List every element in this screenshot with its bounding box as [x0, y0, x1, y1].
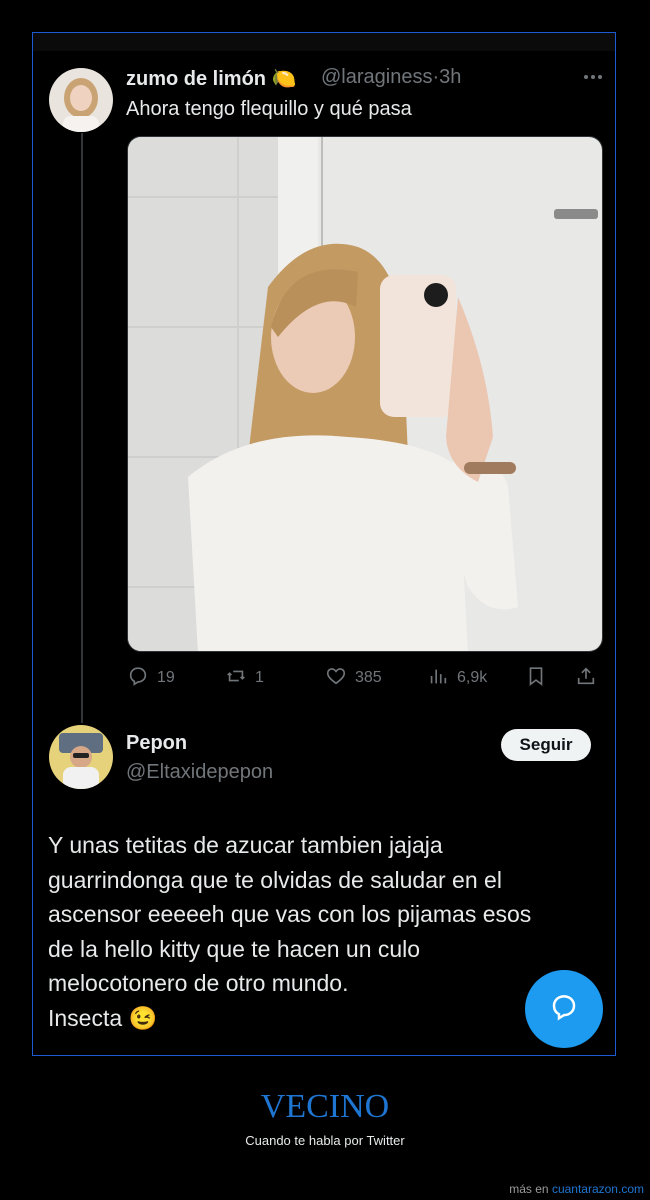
- bookmark-action[interactable]: [525, 663, 555, 693]
- share-action[interactable]: [575, 663, 605, 693]
- reply-author-handle[interactable]: @Eltaxidepepon: [126, 761, 273, 784]
- bookmark-icon: [525, 665, 555, 692]
- footer-link[interactable]: cuantarazon.com: [552, 1182, 644, 1196]
- views-icon: [427, 665, 457, 692]
- more-horizontal-icon[interactable]: [581, 69, 605, 85]
- footer-prefix: más en: [509, 1182, 549, 1196]
- compose-reply-button[interactable]: [525, 970, 603, 1048]
- caption-title: VECINO: [260, 1088, 390, 1125]
- retweet-action[interactable]: 1: [225, 663, 264, 693]
- reply-icon: [127, 665, 157, 692]
- caption-subtitle: Cuando te habla por Twitter: [245, 1133, 405, 1148]
- follow-button[interactable]: Seguir: [501, 729, 591, 761]
- reply-action[interactable]: 19: [127, 663, 175, 693]
- like-action[interactable]: 385: [325, 663, 382, 693]
- reply-author-avatar[interactable]: [49, 725, 113, 789]
- heart-icon: [325, 665, 355, 692]
- tweet-actions: 19 1 385 6,9k: [127, 663, 603, 693]
- author-name[interactable]: zumo de limón 🍋: [126, 66, 296, 91]
- compose-reply-icon: [549, 992, 579, 1027]
- tweet-frame: zumo de limón 🍋 @laraginess·3h Ahora ten…: [32, 32, 616, 1056]
- reply-author-name[interactable]: Pepon: [126, 732, 187, 755]
- tweet-photo[interactable]: [127, 136, 603, 652]
- lemon-emoji: 🍋: [271, 68, 297, 90]
- author-avatar[interactable]: [49, 68, 113, 132]
- views-action[interactable]: 6,9k: [427, 663, 487, 693]
- reply-text: Y unas tetitas de azucar tambien jajaja …: [48, 832, 532, 1031]
- retweet-icon: [225, 665, 255, 692]
- author-handle-time[interactable]: @laraginess·3h: [321, 66, 461, 89]
- thread-line: [81, 133, 83, 723]
- share-icon: [575, 665, 605, 692]
- top-strip: [33, 33, 615, 51]
- footer: más en cuantarazon.com: [509, 1182, 644, 1196]
- tweet-text: Ahora tengo flequillo y qué pasa: [126, 98, 412, 120]
